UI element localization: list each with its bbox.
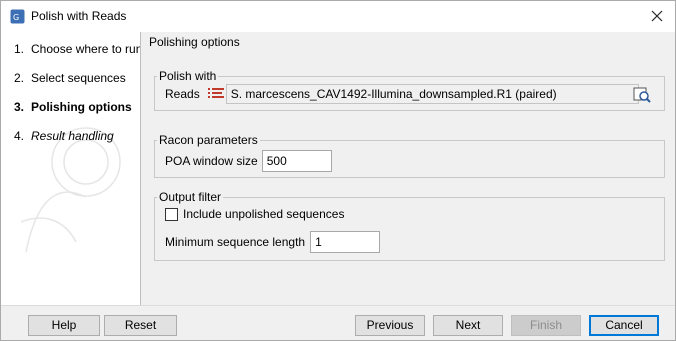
step-label: Select sequences [31, 71, 126, 85]
step-number: 3. [14, 100, 25, 114]
step-select-sequences: 2. Select sequences [14, 71, 140, 100]
reset-button[interactable]: Reset [104, 315, 177, 336]
output-filter-legend: Output filter [159, 190, 222, 204]
min-sequence-length-input[interactable]: 1 [310, 231, 381, 253]
window-title: Polish with Reads [31, 9, 127, 23]
step-result-handling: 4. Result handling [14, 129, 140, 158]
poa-window-row: POA window size 500 [165, 150, 332, 172]
include-unpolished-label: Include unpolished sequences [183, 207, 345, 221]
dialog-window: G Polish with Reads 1. Choose where to ru… [0, 0, 676, 341]
close-button[interactable] [645, 5, 669, 27]
close-icon [651, 10, 663, 22]
next-button[interactable]: Next [433, 315, 503, 336]
browse-reads-icon[interactable] [632, 84, 652, 104]
title-bar: G Polish with Reads [1, 1, 675, 32]
options-panel: Polishing options Polish with Reads S. m… [146, 32, 675, 305]
reads-row: Reads S. marcescens_CAV1492-Illumina_dow… [165, 84, 639, 104]
step-number: 1. [14, 42, 25, 56]
wizard-steps-panel: 1. Choose where to run 2. Select sequences… [1, 32, 141, 305]
include-unpolished-row: Include unpolished sequences [165, 207, 344, 221]
poa-window-size-input[interactable]: 500 [261, 150, 332, 172]
step-polishing-options: 3. Polishing options [14, 100, 140, 129]
min-sequence-length-label: Minimum sequence length [165, 235, 306, 249]
reads-label: Reads [165, 87, 200, 101]
step-label: Choose where to run [31, 42, 141, 56]
cancel-button[interactable]: Cancel [589, 315, 659, 336]
step-number: 4. [14, 129, 25, 143]
step-list: 1. Choose where to run 2. Select sequences… [14, 42, 141, 158]
app-icon: G [10, 9, 25, 24]
step-choose-where-to-run: 1. Choose where to run [14, 42, 141, 71]
finish-button[interactable]: Finish [511, 315, 581, 336]
min-length-row: Minimum sequence length 1 [165, 231, 381, 253]
section-title: Polishing options [149, 35, 240, 49]
output-filter-group: Output filter Include unpolished sequenc… [154, 190, 665, 261]
step-number: 2. [14, 71, 25, 85]
poa-window-size-label: POA window size [165, 154, 258, 168]
previous-button[interactable]: Previous [355, 315, 425, 336]
reads-list-icon [207, 88, 224, 98]
include-unpolished-checkbox[interactable] [165, 207, 178, 221]
button-bar: Help Reset Previous Next Finish Cancel [1, 305, 675, 341]
step-label: Result handling [31, 129, 114, 143]
polish-with-legend: Polish with [159, 69, 217, 83]
step-label: Polishing options [31, 100, 132, 114]
svg-text:G: G [13, 13, 19, 22]
help-button[interactable]: Help [28, 315, 100, 336]
reads-field[interactable]: S. marcescens_CAV1492-Illumina_downsampl… [225, 84, 639, 104]
polish-with-group: Polish with Reads S. marcescens_CAV1492-… [154, 69, 665, 111]
racon-parameters-legend: Racon parameters [159, 133, 258, 147]
racon-parameters-group: Racon parameters POA window size 500 [154, 133, 665, 178]
